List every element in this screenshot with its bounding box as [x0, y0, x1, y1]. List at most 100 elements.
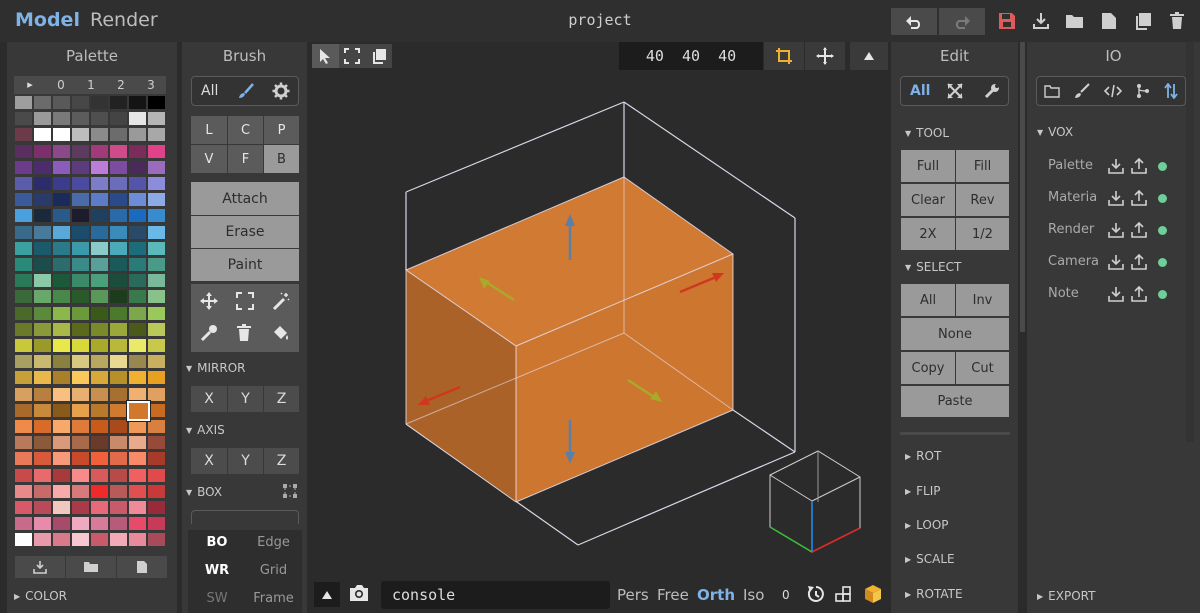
frame-select-tool[interactable]: [339, 44, 366, 68]
palette-swatch[interactable]: [148, 290, 165, 303]
palette-swatch[interactable]: [110, 371, 127, 384]
palette-swatch[interactable]: [15, 96, 32, 109]
palette-swatch[interactable]: [34, 193, 51, 206]
palette-swatch[interactable]: [15, 469, 32, 482]
palette-swatch[interactable]: [110, 209, 127, 222]
palette-swatch[interactable]: [91, 209, 108, 222]
mode-paint-button[interactable]: Paint: [191, 249, 299, 281]
export-button[interactable]: [1131, 286, 1147, 302]
palette-swatch[interactable]: [129, 290, 146, 303]
palette-swatch[interactable]: [34, 388, 51, 401]
palette-swatch[interactable]: [53, 242, 70, 255]
palette-swatch[interactable]: [91, 290, 108, 303]
palette-swatch[interactable]: [91, 339, 108, 352]
brush-type-b[interactable]: B: [264, 145, 299, 173]
palette-swatch[interactable]: [34, 323, 51, 336]
loop-section-header[interactable]: ▶ LOOP: [905, 518, 949, 532]
palette-swatch[interactable]: [129, 193, 146, 206]
palette-swatch[interactable]: [129, 388, 146, 401]
tool-full-button[interactable]: Full: [901, 150, 955, 182]
palette-swatch[interactable]: [110, 404, 127, 417]
palette-swatch[interactable]: [15, 517, 32, 530]
palette-swatch[interactable]: [110, 112, 127, 125]
move-tool[interactable]: [200, 292, 218, 310]
palette-swatch[interactable]: [72, 323, 89, 336]
palette-swatch[interactable]: [129, 112, 146, 125]
palette-swatch[interactable]: [129, 274, 146, 287]
palette-swatch[interactable]: [72, 274, 89, 287]
fill-bucket-tool[interactable]: [272, 324, 290, 342]
palette-swatch[interactable]: [129, 339, 146, 352]
palette-swatch[interactable]: [110, 355, 127, 368]
export-button[interactable]: [1131, 190, 1147, 206]
pointer-tool[interactable]: [312, 44, 339, 68]
palette-swatch[interactable]: [53, 274, 70, 287]
palette-swatch[interactable]: [129, 323, 146, 336]
tool-fill-button[interactable]: Fill: [956, 150, 1009, 182]
palette-swatch[interactable]: [148, 355, 165, 368]
palette-swatch[interactable]: [53, 96, 70, 109]
palette-swatch[interactable]: [72, 145, 89, 158]
palette-swatch[interactable]: [53, 339, 70, 352]
io-filter-code[interactable]: [1104, 84, 1122, 98]
palette-swatch[interactable]: [34, 339, 51, 352]
edit-scrollbar[interactable]: [1020, 42, 1025, 332]
palette-swatch[interactable]: [148, 452, 165, 465]
palette-swatch[interactable]: [148, 307, 165, 320]
palette-swatch[interactable]: [53, 420, 70, 433]
tab-render[interactable]: Render: [90, 9, 158, 31]
palette-swatch[interactable]: [15, 355, 32, 368]
palette-swatch[interactable]: [110, 274, 127, 287]
palette-swatch[interactable]: [129, 96, 146, 109]
mirror-section-header[interactable]: ▼ MIRROR: [186, 361, 246, 375]
palette-swatch[interactable]: [91, 501, 108, 514]
palette-swatch[interactable]: [129, 501, 146, 514]
palette-swatch[interactable]: [148, 242, 165, 255]
flip-section-header[interactable]: ▶ FLIP: [905, 484, 941, 498]
palette-swatch[interactable]: [91, 404, 108, 417]
palette-swatch[interactable]: [91, 485, 108, 498]
palette-swatch[interactable]: [129, 469, 146, 482]
palette-swatch[interactable]: [110, 242, 127, 255]
palette-swatch[interactable]: [91, 96, 108, 109]
palette-swatch[interactable]: [110, 177, 127, 190]
palette-swatch[interactable]: [91, 371, 108, 384]
palette-swatch[interactable]: [110, 145, 127, 158]
palette-swatch[interactable]: [53, 177, 70, 190]
select-all-button[interactable]: All: [901, 284, 955, 316]
palette-swatch[interactable]: [53, 128, 70, 141]
palette-swatch[interactable]: [91, 145, 108, 158]
palette-swatch[interactable]: [53, 161, 70, 174]
palette-swatch[interactable]: [53, 258, 70, 271]
palette-swatch[interactable]: [34, 258, 51, 271]
select-section-header[interactable]: ▼ SELECT: [905, 260, 961, 274]
mirror-z-button[interactable]: Z: [264, 386, 299, 412]
palette-swatch[interactable]: [15, 128, 32, 141]
reset-view-button[interactable]: [806, 584, 826, 604]
palette-swatch[interactable]: [129, 517, 146, 530]
palette-play-button[interactable]: ▸: [14, 76, 46, 94]
palette-swatch[interactable]: [148, 209, 165, 222]
palette-swatch[interactable]: [91, 274, 108, 287]
palette-swatch[interactable]: [91, 355, 108, 368]
vox-section-header[interactable]: ▼ VOX: [1037, 125, 1073, 139]
copy-button[interactable]: [1132, 10, 1154, 32]
palette-swatch[interactable]: [148, 177, 165, 190]
palette-swatch[interactable]: [15, 193, 32, 206]
console-input[interactable]: console: [381, 581, 610, 609]
brush-filter-all[interactable]: All: [201, 83, 218, 99]
palette-swatch[interactable]: [15, 226, 32, 239]
palette-swatch[interactable]: [34, 533, 51, 546]
palette-swatch[interactable]: [15, 290, 32, 303]
palette-swatch[interactable]: [72, 452, 89, 465]
palette-swatch[interactable]: [53, 452, 70, 465]
palette-swatch[interactable]: [72, 96, 89, 109]
collapse-up-button[interactable]: [850, 42, 888, 70]
palette-swatch[interactable]: [91, 388, 108, 401]
tool-half-button[interactable]: 1/2: [956, 218, 1009, 250]
palette-swatch[interactable]: [72, 112, 89, 125]
palette-swatch[interactable]: [148, 436, 165, 449]
palette-swatch[interactable]: [53, 355, 70, 368]
palette-swatch[interactable]: [110, 533, 127, 546]
palette-swatch[interactable]: [34, 274, 51, 287]
